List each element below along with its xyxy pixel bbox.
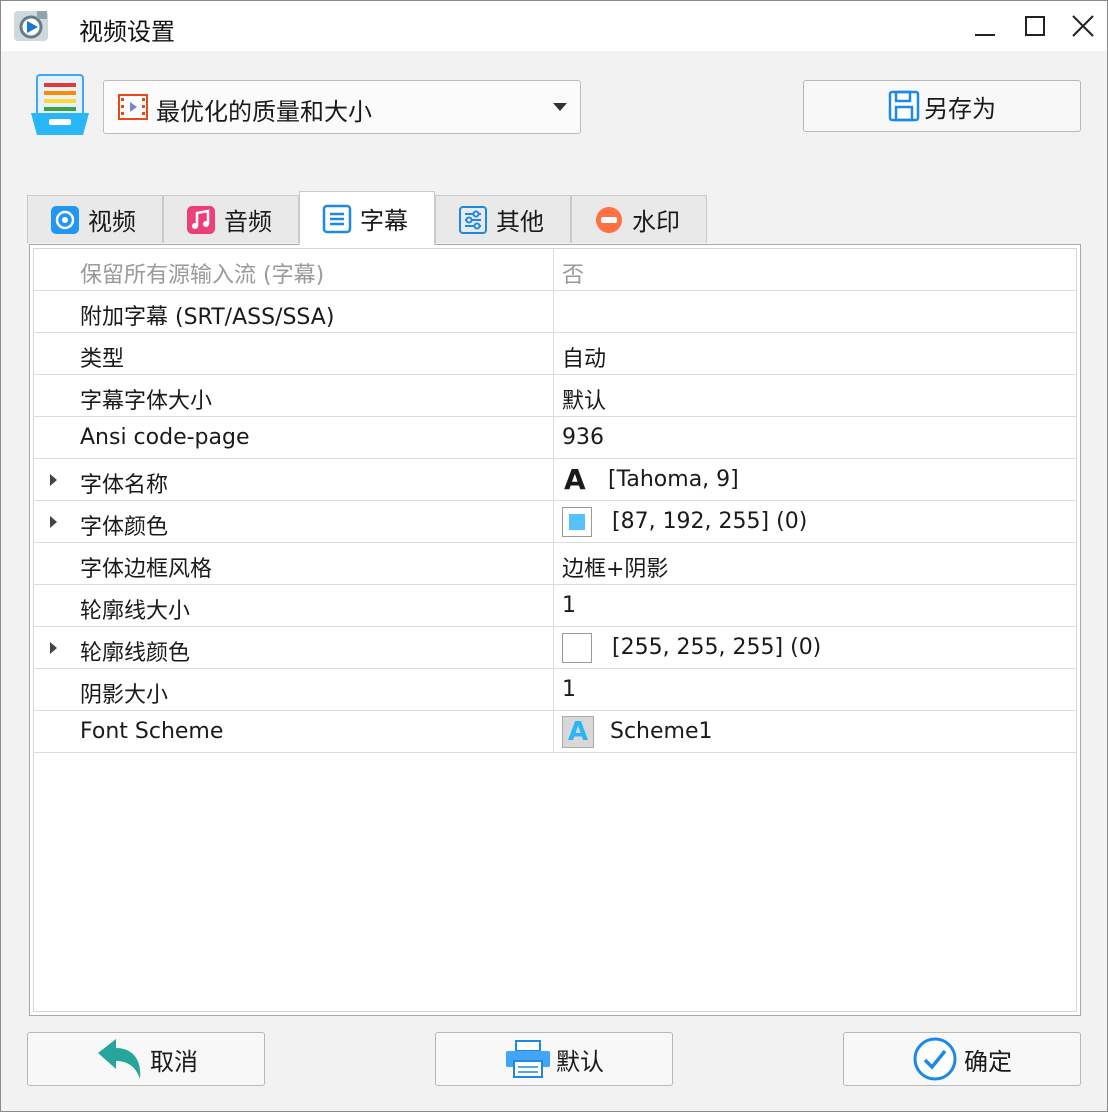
- property-value: [87, 192, 255] (0): [612, 509, 808, 534]
- ok-button[interactable]: 确定: [843, 1032, 1081, 1086]
- property-row-outline-size[interactable]: 轮廓线大小 1: [34, 585, 1076, 627]
- property-name: 字体颜色: [80, 515, 169, 540]
- back-arrow-icon: [98, 1039, 141, 1079]
- profile-list-icon: [31, 74, 89, 135]
- property-row-font-color[interactable]: 字体颜色 [87, 192, 255] (0): [34, 501, 1076, 543]
- property-name: Ansi code-page: [80, 425, 250, 450]
- close-icon: [1072, 15, 1094, 37]
- property-name: 字体边框风格: [80, 557, 213, 582]
- tab-label: 音频: [224, 208, 272, 236]
- tab-label: 字幕: [360, 207, 408, 235]
- property-value: 否: [562, 263, 585, 288]
- preset-dropdown[interactable]: 最优化的质量和大小: [103, 80, 581, 134]
- cancel-label: 取消: [150, 1047, 198, 1076]
- expand-arrow-icon[interactable]: [50, 516, 57, 528]
- property-value: 1: [562, 593, 576, 618]
- property-row-attach-subtitle[interactable]: 附加字幕 (SRT/ASS/SSA): [34, 291, 1076, 333]
- music-icon: [186, 205, 216, 235]
- maximize-button[interactable]: [1009, 1, 1061, 51]
- tab-label: 视频: [88, 208, 136, 236]
- property-value: 自动: [562, 347, 607, 372]
- tab-label: 其他: [496, 208, 544, 236]
- minimize-icon: [975, 34, 995, 36]
- property-row-type[interactable]: 类型 自动: [34, 333, 1076, 375]
- property-value: 936: [562, 425, 604, 450]
- property-name: 字体名称: [80, 473, 169, 498]
- property-value: 1: [562, 677, 576, 702]
- tab-other[interactable]: 其他: [435, 195, 571, 243]
- sliders-icon: [458, 205, 488, 235]
- tab-audio[interactable]: 音频: [163, 195, 299, 243]
- chevron-down-icon: [553, 103, 567, 111]
- color-swatch: [562, 507, 592, 537]
- minimize-button[interactable]: [959, 1, 1011, 51]
- close-button[interactable]: [1057, 1, 1108, 51]
- property-name: 轮廓线大小: [80, 599, 191, 624]
- property-row-outline-color[interactable]: 轮廓线颜色 [255, 255, 255] (0): [34, 627, 1076, 669]
- property-row-keep-streams[interactable]: 保留所有源输入流 (字幕) 否: [34, 249, 1076, 291]
- window-title: 视频设置: [79, 18, 175, 46]
- property-row-font-name[interactable]: 字体名称 A [Tahoma, 9]: [34, 459, 1076, 501]
- save-icon: [888, 90, 920, 122]
- property-name: 字幕字体大小: [80, 389, 213, 414]
- tab-watermark[interactable]: 水印: [571, 195, 707, 243]
- cancel-button[interactable]: 取消: [27, 1032, 265, 1086]
- preset-value: 最优化的质量和大小: [156, 98, 372, 126]
- subtitle-icon: [322, 204, 352, 234]
- tab-label: 水印: [632, 208, 680, 236]
- save-as-label: 另存为: [924, 94, 996, 123]
- property-name: Font Scheme: [80, 719, 224, 744]
- property-row-shadow-size[interactable]: 阴影大小 1: [34, 669, 1076, 711]
- ok-label: 确定: [964, 1047, 1012, 1076]
- video-settings-window: 视频设置 最优化的质量和大小 另存为 视频 音频 字幕 其他 水印 保留所有源输…: [0, 0, 1108, 1112]
- property-grid: 保留所有源输入流 (字幕) 否 附加字幕 (SRT/ASS/SSA) 类型 自动…: [33, 248, 1077, 1012]
- default-label: 默认: [556, 1047, 604, 1076]
- property-name: 轮廓线颜色: [80, 641, 191, 666]
- color-swatch: [562, 633, 592, 663]
- subtitle-panel: 保留所有源输入流 (字幕) 否 附加字幕 (SRT/ASS/SSA) 类型 自动…: [29, 244, 1081, 1016]
- property-value: 边框+阴影: [562, 557, 669, 582]
- property-row-code-page[interactable]: Ansi code-page 936: [34, 417, 1076, 459]
- default-button[interactable]: 默认: [435, 1032, 673, 1086]
- property-row-border-style[interactable]: 字体边框风格 边框+阴影: [34, 543, 1076, 585]
- checkmark-icon: [913, 1037, 957, 1081]
- expand-arrow-icon[interactable]: [50, 642, 57, 654]
- printer-icon: [506, 1040, 550, 1078]
- film-icon: [118, 94, 148, 120]
- tab-video[interactable]: 视频: [27, 195, 163, 243]
- watermark-icon: [594, 205, 624, 235]
- property-row-font-size[interactable]: 字幕字体大小 默认: [34, 375, 1076, 417]
- expand-arrow-icon[interactable]: [50, 474, 57, 486]
- font-scheme-icon: A: [562, 716, 594, 748]
- tab-subtitle[interactable]: 字幕: [299, 191, 435, 245]
- property-name: 阴影大小: [80, 683, 169, 708]
- title-bar: 视频设置: [1, 1, 1107, 51]
- font-icon: A: [564, 463, 586, 496]
- property-value: [255, 255, 255] (0): [612, 635, 822, 660]
- property-value: [Tahoma, 9]: [608, 467, 739, 492]
- video-icon: [50, 205, 80, 235]
- property-value: 默认: [562, 389, 607, 414]
- save-as-button[interactable]: 另存为: [803, 80, 1081, 132]
- maximize-icon: [1025, 16, 1045, 36]
- property-name: 附加字幕 (SRT/ASS/SSA): [80, 305, 335, 330]
- property-name: 类型: [80, 347, 125, 372]
- property-name: 保留所有源输入流 (字幕): [80, 263, 325, 288]
- property-value: Scheme1: [610, 719, 713, 744]
- property-row-font-scheme[interactable]: Font Scheme A Scheme1: [34, 711, 1076, 753]
- app-icon: [14, 11, 48, 41]
